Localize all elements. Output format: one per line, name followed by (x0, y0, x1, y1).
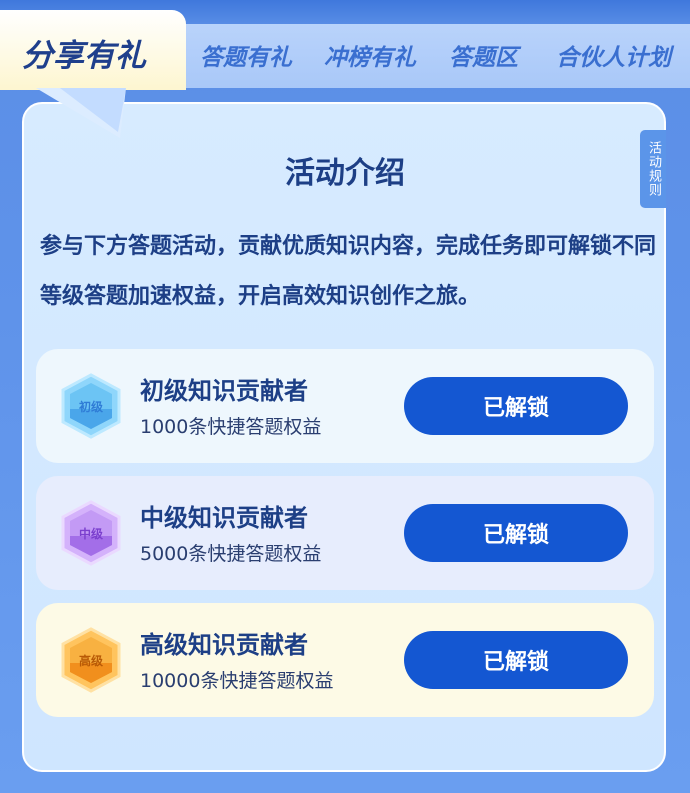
advanced-badge-icon: 高级 (60, 627, 122, 693)
tier-name: 中级知识贡献者 (140, 504, 308, 532)
tab-pointer (36, 88, 126, 138)
tier-name: 高级知识贡献者 (140, 631, 308, 659)
intermediate-badge-icon: 中级 (60, 500, 122, 566)
beginner-badge-icon: 初级 (60, 373, 122, 439)
tab-share-gift-label: 分享有礼 (22, 38, 146, 74)
section-intro: 参与下方答题活动，贡献优质知识内容，完成任务即可解锁不同等级答题加速权益，开启高… (40, 234, 657, 309)
section-title: 活动介绍 (285, 156, 405, 191)
tier-name: 初级知识贡献者 (140, 377, 308, 405)
tab-partner-plan[interactable]: 合伙人计划 (556, 38, 671, 72)
tier-card-intermediate: 中级 中级知识贡献者 5000条快捷答题权益 已解锁 (36, 476, 654, 590)
tier-benefit: 10000条快捷答题权益 (140, 670, 334, 692)
tier-card-advanced: 高级 高级知识贡献者 10000条快捷答题权益 已解锁 (36, 603, 654, 717)
tab-ranking-gift[interactable]: 冲榜有礼 (324, 38, 416, 72)
unlocked-button[interactable]: 已解锁 (404, 504, 628, 562)
tier-card-beginner: 初级 初级知识贡献者 1000条快捷答题权益 已解锁 (36, 349, 654, 463)
tab-answer-gift[interactable]: 答题有礼 (200, 38, 292, 72)
tier-benefit: 1000条快捷答题权益 (140, 416, 322, 438)
tier-benefit: 5000条快捷答题权益 (140, 543, 322, 565)
unlocked-button[interactable]: 已解锁 (404, 377, 628, 435)
tab-share-gift[interactable]: 分享有礼 (0, 10, 186, 90)
unlocked-button[interactable]: 已解锁 (404, 631, 628, 689)
tab-answer-zone[interactable]: 答题区 (449, 38, 518, 72)
